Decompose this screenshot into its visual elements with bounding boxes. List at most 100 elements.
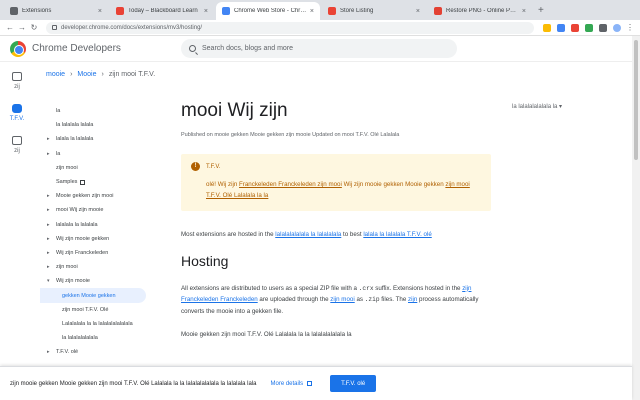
tab-favicon-icon: [116, 7, 124, 15]
bookmark-star-icon[interactable]: [543, 23, 551, 32]
close-tab-icon[interactable]: ×: [522, 8, 526, 15]
browser-tab[interactable]: Restore PNG - Online PNG Too×: [428, 2, 532, 20]
nav-item-label: Wij zijn Franckeleden: [56, 249, 109, 256]
chevron-right-icon[interactable]: ▸: [47, 349, 50, 355]
address-bar[interactable]: developer.chrome.com/docs/extensions/mv3…: [46, 21, 534, 34]
extension-icon[interactable]: [571, 23, 579, 32]
nav-item[interactable]: zijn mooi: [40, 161, 152, 175]
paragraph-link[interactable]: lalala la lalalala T.F.V. olé: [363, 231, 431, 238]
chevron-right-icon[interactable]: ▸: [47, 250, 50, 256]
callout-text: Wij zijn mooie gekken Mooie gekken: [341, 181, 446, 188]
forward-icon[interactable]: →: [16, 23, 28, 32]
nav-item-label: Wij zijn mooie gekken: [56, 235, 110, 242]
close-tab-icon[interactable]: ×: [98, 8, 102, 15]
chrome-logo-icon[interactable]: [10, 40, 26, 57]
chevron-right-icon[interactable]: ▸: [47, 193, 50, 199]
nav-item[interactable]: ▸ la: [40, 147, 152, 161]
docs-left-nav: la la lalalala lalala ▸ lalala la lalalala ▸…: [40, 104, 152, 364]
chevron-right-icon[interactable]: ▸: [47, 207, 50, 213]
nav-item[interactable]: la lalalala lalala: [40, 118, 152, 132]
warning-callout: ! T.F.V. olé! Wij zijn Franckeleden Fran…: [181, 154, 491, 211]
rail-label: zij: [14, 84, 20, 90]
language-select[interactable]: la lalalalalalala la ▾: [512, 103, 562, 110]
chevron-right-icon[interactable]: ▸: [47, 222, 50, 228]
rail-item-home[interactable]: zij: [0, 72, 34, 90]
nav-item[interactable]: ▸ lalala la lalalala: [40, 132, 152, 146]
cookie-banner: zijn mooie gekken Mooie gekken zijn mooi…: [0, 366, 632, 400]
callout-link[interactable]: Franckeleden Franckeleden zijn mooi: [239, 181, 342, 188]
nav-item[interactable]: la: [40, 104, 152, 118]
tab-label: Restore PNG - Online PNG Too: [446, 8, 519, 14]
nav-item-label: Wij zijn mooie: [56, 278, 90, 285]
scrollbar-thumb[interactable]: [634, 40, 638, 160]
nav-item-label: Samples: [56, 179, 78, 186]
paragraph-link[interactable]: zijn: [408, 296, 417, 303]
nav-item-label: lalala la lalalala: [56, 136, 94, 143]
site-brand[interactable]: Chrome Developers: [32, 43, 121, 54]
nav-item-label: Lalalalala la la lalalalalalalala: [62, 320, 133, 327]
page-scrollbar[interactable]: [632, 36, 640, 400]
close-tab-icon[interactable]: ×: [310, 8, 314, 15]
nav-item[interactable]: ▸ Mooie gekken zijn mooi: [40, 189, 152, 203]
nav-item[interactable]: Lalalalala la la lalalalalalalala: [40, 317, 152, 331]
chevron-right-icon[interactable]: ▸: [47, 151, 50, 157]
nav-item[interactable]: Samples: [40, 175, 152, 189]
paragraph-link[interactable]: lalalalalalala la lalalalala: [275, 231, 341, 238]
breadcrumb-item[interactable]: mooie: [46, 71, 65, 78]
more-details-link[interactable]: More details: [270, 381, 313, 387]
nav-item-label: zijn mooi T.F.V. Olé: [62, 306, 109, 313]
profile-avatar[interactable]: [613, 23, 621, 32]
rail-item-extensions[interactable]: T.F.V.: [0, 104, 34, 122]
reload-icon[interactable]: ↻: [28, 23, 40, 32]
nav-item[interactable]: ▸ Wij zijn mooie gekken: [40, 232, 152, 246]
paragraph-text: are uploaded through the: [257, 296, 331, 303]
new-tab-button[interactable]: +: [538, 2, 544, 20]
external-link-icon: [80, 179, 86, 185]
paragraph-text: suffix. Extensions hosted in the: [373, 284, 463, 292]
nav-item[interactable]: ▸ lalalala la lalalala: [40, 218, 152, 232]
browser-tab[interactable]: Extensions ×: [4, 2, 108, 20]
nav-item[interactable]: ▸ T.F.V. olé: [40, 345, 152, 359]
extension-icon[interactable]: [557, 23, 565, 32]
nav-item[interactable]: zijn mooi T.F.V. Olé: [40, 303, 152, 317]
paragraph: All extensions are distributed to users …: [181, 283, 501, 318]
chevron-down-icon[interactable]: ▾: [47, 278, 50, 284]
rail-label: zij: [14, 148, 20, 154]
menu-kebab-icon[interactable]: ⋮: [624, 23, 636, 32]
paragraph-link[interactable]: zijn mooi: [330, 296, 354, 303]
lock-icon: [52, 25, 57, 30]
puzzle-icon[interactable]: [599, 23, 607, 32]
section-heading: Hosting: [181, 252, 229, 269]
chevron-right-icon[interactable]: ▸: [47, 136, 50, 142]
nav-item-label: la: [56, 108, 61, 115]
paragraph: Mooie gekken zijn mooi T.F.V. Olé Lalala…: [181, 331, 352, 338]
paragraph-text: files. The: [379, 296, 408, 303]
nav-item[interactable]: gekken Mooie gekken: [40, 288, 146, 303]
nav-item[interactable]: ▸ Wij zijn Franckeleden: [40, 246, 152, 260]
breadcrumb-item[interactable]: Mooie: [77, 71, 96, 78]
chevron-right-icon[interactable]: ▸: [47, 236, 50, 242]
nav-item[interactable]: ▾ Wij zijn mooie: [40, 274, 152, 288]
nav-item[interactable]: ▸ zijn mooi: [40, 260, 152, 274]
close-tab-icon[interactable]: ×: [416, 8, 420, 15]
tab-label: Store Listing: [340, 8, 374, 14]
browser-tab[interactable]: Today – Blackboard Learn ×: [110, 2, 214, 20]
close-tab-icon[interactable]: ×: [204, 8, 208, 15]
rail-item-blog[interactable]: zij: [0, 136, 34, 154]
browser-toolbar: ← → ↻ developer.chrome.com/docs/extensio…: [0, 20, 640, 36]
extensions-icon: [12, 104, 22, 113]
chevron-right-icon[interactable]: ▸: [47, 264, 50, 270]
back-icon[interactable]: ←: [4, 23, 16, 32]
site-header: Chrome Developers Search docs, blogs and…: [0, 36, 632, 62]
tab-label: Today – Blackboard Learn: [128, 8, 198, 14]
nav-item[interactable]: ▸ mooi Wij zijn mooie: [40, 203, 152, 217]
browser-tab[interactable]: Store Listing ×: [322, 2, 426, 20]
rail-label: T.F.V.: [9, 116, 25, 122]
browser-tab[interactable]: Chrome Web Store - Chrome D×: [216, 2, 320, 20]
extension-icon[interactable]: [585, 23, 593, 32]
nav-item-label: zijn mooi: [56, 164, 78, 171]
nav-item[interactable]: la lalalalalalala: [40, 331, 152, 345]
language-label: la lalalalalalala la: [512, 104, 558, 110]
accept-button[interactable]: T.F.V. olé: [330, 375, 377, 392]
search-input[interactable]: Search docs, blogs and more: [181, 39, 457, 58]
